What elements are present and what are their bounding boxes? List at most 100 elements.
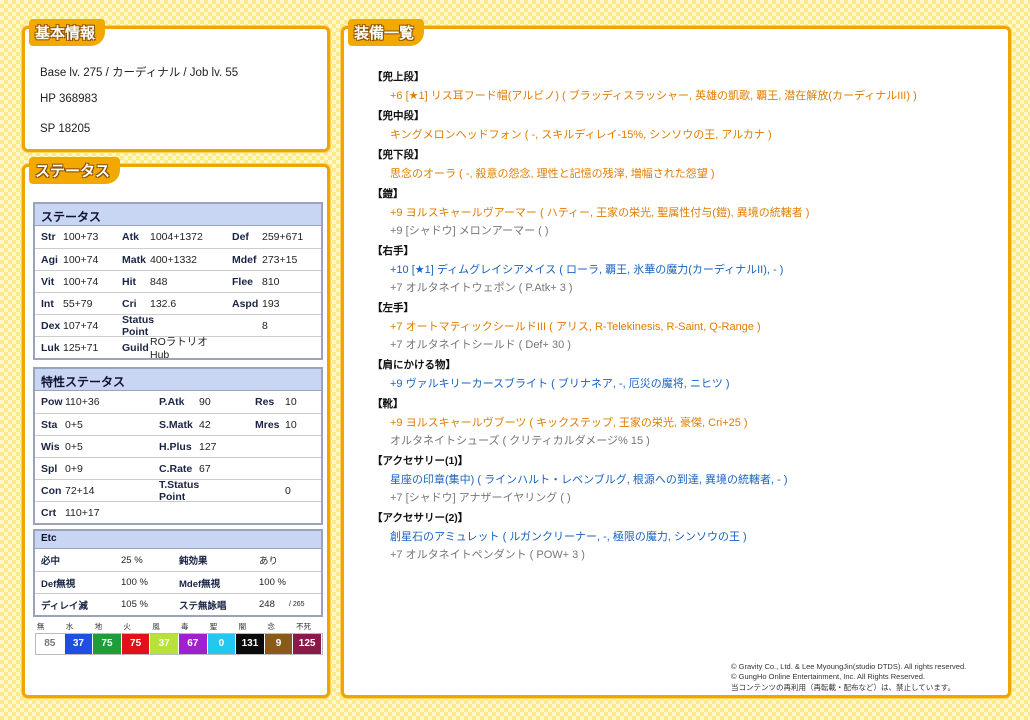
stat-label: Matk bbox=[122, 253, 146, 266]
stat-value: 72+14 bbox=[65, 484, 95, 497]
element-value: 9 bbox=[264, 634, 294, 654]
status-table: ステータス Str 100+73 Atk 1004+1372 Def 259+671 Agi… bbox=[33, 202, 323, 361]
equip-item[interactable]: +7 オルタネイトペンダント ( POW+ 3 ) bbox=[372, 546, 1002, 564]
equip-item[interactable]: +9 ヨルスキャールヴブーツ ( キックステップ, 王家の栄光, 豪傑, Cri… bbox=[372, 414, 1002, 432]
etc-label: 鈍効果 bbox=[179, 556, 208, 567]
stat-label: Cri bbox=[122, 297, 137, 310]
stat-value: 400+1332 bbox=[150, 253, 198, 266]
stat-label: Guild bbox=[122, 341, 149, 354]
equip-item[interactable]: オルタネイトシューズ ( クリティカルダメージ% 15 ) bbox=[372, 432, 1002, 450]
equip-slot: 【右手】 +10 [★1] ディムグレイシアメイス ( ローラ, 覇王, 氷華の魔… bbox=[372, 243, 1002, 297]
stat-row: Str 100+73 Atk 1004+1372 Def 259+671 bbox=[35, 226, 321, 248]
stat-label: Wis bbox=[41, 440, 60, 453]
stat-value: 67 bbox=[199, 462, 211, 475]
element-label: 無 bbox=[37, 622, 45, 631]
stat-value: 0 bbox=[285, 484, 291, 497]
stat-label: Def bbox=[232, 231, 249, 243]
element-label: 闇 bbox=[238, 622, 247, 631]
stat-value: 107+74 bbox=[63, 319, 99, 332]
element-label: 火 bbox=[123, 622, 131, 631]
equip-item[interactable]: +9 [シャドウ] メロンアーマー ( ) bbox=[372, 222, 1002, 240]
etc-label: ディレイ減 bbox=[41, 600, 88, 612]
stat-value: 55+79 bbox=[63, 297, 93, 310]
stat-value: 0+5 bbox=[65, 418, 83, 431]
element-resist-bar: 無水地火風毒聖闇念不死 85 37 75 75 37 67 0 131 9 125 bbox=[35, 621, 323, 655]
hp-line: HP 368983 bbox=[40, 93, 98, 105]
equip-slot: 【アクセサリー(1)】 星座の印章(集中) ( ラインハルト・レベンブルグ, 根源… bbox=[372, 453, 1002, 507]
element-value: 0 bbox=[207, 634, 237, 654]
element-label: 毒 bbox=[180, 622, 189, 631]
trait-table-header: 特性ステータス bbox=[35, 369, 321, 391]
equip-slot-header: 【肩にかける物】 bbox=[372, 359, 456, 371]
stat-label: Agi bbox=[41, 253, 58, 266]
equip-slot: 【靴】 +9 ヨルスキャールヴブーツ ( キックステップ, 王家の栄光, 豪傑, … bbox=[372, 396, 1002, 450]
stat-row: Agi 100+74 Matk 400+1332 Mdef 273+15 bbox=[35, 248, 321, 270]
status-panel: ステータス ステータス Str 100+73 Atk 1004+1372 Def 259+… bbox=[22, 157, 330, 698]
stat-label: Vit bbox=[41, 275, 55, 288]
equip-slot-header: 【靴】 bbox=[372, 398, 404, 410]
equip-slot: 【兜下段】 思念のオーラ ( -, 殺意の怨念, 理性と記憶の残滓, 増幅された怨… bbox=[372, 147, 1002, 183]
stat-value: 125+71 bbox=[63, 341, 99, 354]
etc-row: ディレイ減 105 % ステ無詠唱 248/ 265 bbox=[35, 593, 321, 615]
stat-label: Str bbox=[41, 231, 56, 243]
stat-row: Dex 107+74 Status Point 8 bbox=[35, 314, 321, 338]
equip-item[interactable]: +6 [★1] リス耳フード帽(アルビノ) ( ブラッディスラッシャー, 英雄の… bbox=[372, 87, 1002, 105]
element-value: 85 bbox=[36, 634, 65, 654]
stat-value: 0+9 bbox=[65, 462, 83, 475]
stat-value: 110+17 bbox=[65, 506, 100, 519]
equip-slot: 【アクセサリー(2)】 創星石のアミュレット ( ルガンクリーナー, -, 極限の… bbox=[372, 510, 1002, 564]
stat-value: ROラトリオHub bbox=[150, 336, 208, 361]
element-label: 聖 bbox=[209, 622, 218, 631]
stat-value: 10 bbox=[285, 418, 297, 431]
equipment-title: 装備一覧 bbox=[348, 19, 425, 46]
equip-item[interactable]: 星座の印章(集中) ( ラインハルト・レベンブルグ, 根源への到達, 異境の統轄… bbox=[372, 471, 1002, 489]
status-table-header: ステータス bbox=[35, 204, 321, 226]
base-level-line: Base lv. 275 / カーディナル / Job lv. 55 bbox=[40, 67, 239, 79]
equip-item[interactable]: +9 ヴァルキリーカースブライト ( ブリナネア, -, 厄災の魔将, ニヒツ … bbox=[372, 375, 1002, 393]
copyright-line: © Gravity Co., Ltd. & Lee MyoungJin(stud… bbox=[731, 661, 967, 671]
status-panel-title: ステータス bbox=[29, 157, 121, 184]
equip-slot-header: 【右手】 bbox=[372, 245, 414, 257]
stat-value: 127 bbox=[199, 440, 217, 453]
copyright-line: 当コンテンツの再利用（再転載・配布など）は、禁止しています。 bbox=[731, 682, 956, 692]
stat-label: Dex bbox=[41, 319, 61, 332]
element-value: 75 bbox=[121, 634, 151, 654]
equip-item[interactable]: 創星石のアミュレット ( ルガンクリーナー, -, 極限の魔力, シンソウの王 … bbox=[372, 528, 1002, 546]
element-value: 37 bbox=[150, 634, 179, 654]
stat-value: 110+36 bbox=[65, 396, 100, 408]
stat-label: Mres bbox=[255, 418, 280, 431]
element-value: 37 bbox=[64, 634, 94, 654]
equip-item[interactable]: キングメロンヘッドフォン ( -, スキルディレイ-15%, シンソウの王, ア… bbox=[372, 126, 1002, 144]
equip-item[interactable]: 思念のオーラ ( -, 殺意の怨念, 理性と記憶の残滓, 増幅された怨望 ) bbox=[372, 165, 1002, 183]
equip-slot-header: 【兜中段】 bbox=[372, 110, 425, 122]
stat-row: Int 55+79 Cri 132.6 Aspd 193 bbox=[35, 292, 321, 314]
stat-label: C.Rate bbox=[159, 462, 193, 475]
equip-slot-header: 【左手】 bbox=[372, 302, 414, 314]
cast-max: / 265 bbox=[289, 601, 305, 608]
stat-value: 193 bbox=[262, 297, 280, 310]
etc-value: 25 % bbox=[121, 554, 143, 566]
element-label: 水 bbox=[65, 622, 74, 631]
etc-label: Mdef無視 bbox=[179, 578, 221, 590]
stat-label: Atk bbox=[122, 231, 139, 243]
stat-value: 100+74 bbox=[63, 275, 99, 288]
stat-row: Luk 125+71 Guild ROラトリオHub bbox=[35, 336, 321, 361]
basic-info-panel: 基本情報 Base lv. 275 / カーディナル / Job lv. 55 … bbox=[22, 19, 330, 152]
stat-value: 132.6 bbox=[150, 297, 177, 310]
stat-label: Mdef bbox=[232, 253, 257, 266]
equip-item[interactable]: +10 [★1] ディムグレイシアメイス ( ローラ, 覇王, 氷華の魔力(カー… bbox=[372, 261, 1002, 279]
equip-item[interactable]: +9 ヨルスキャールヴアーマー ( ハティー, 王家の栄光, 聖属性付与(鎧),… bbox=[372, 204, 1002, 222]
equip-slot-header: 【鎧】 bbox=[372, 188, 404, 200]
equip-item[interactable]: +7 [シャドウ] アナザーイヤリング ( ) bbox=[372, 489, 1002, 507]
equip-item[interactable]: +7 オートマティックシールドIII ( アリス, R-Telekinesis,… bbox=[372, 318, 1002, 336]
stat-value: 10 bbox=[285, 396, 297, 408]
stat-label: S.Matk bbox=[159, 418, 193, 431]
stat-row: Pow 110+36 P.Atk 90 Res 10 bbox=[35, 391, 321, 413]
stat-label: T.Status Point bbox=[159, 478, 200, 503]
etc-label: Def無視 bbox=[41, 578, 76, 590]
stat-row: Vit 100+74 Hit 848 Flee 810 bbox=[35, 270, 321, 292]
equip-item[interactable]: +7 オルタネイトシールド ( Def+ 30 ) bbox=[372, 336, 1002, 354]
equip-item[interactable]: +7 オルタネイトウェポン ( P.Atk+ 3 ) bbox=[372, 279, 1002, 297]
etc-row: 必中 25 % 鈍効果 あり bbox=[35, 549, 321, 571]
etc-label: 必中 bbox=[41, 556, 61, 567]
